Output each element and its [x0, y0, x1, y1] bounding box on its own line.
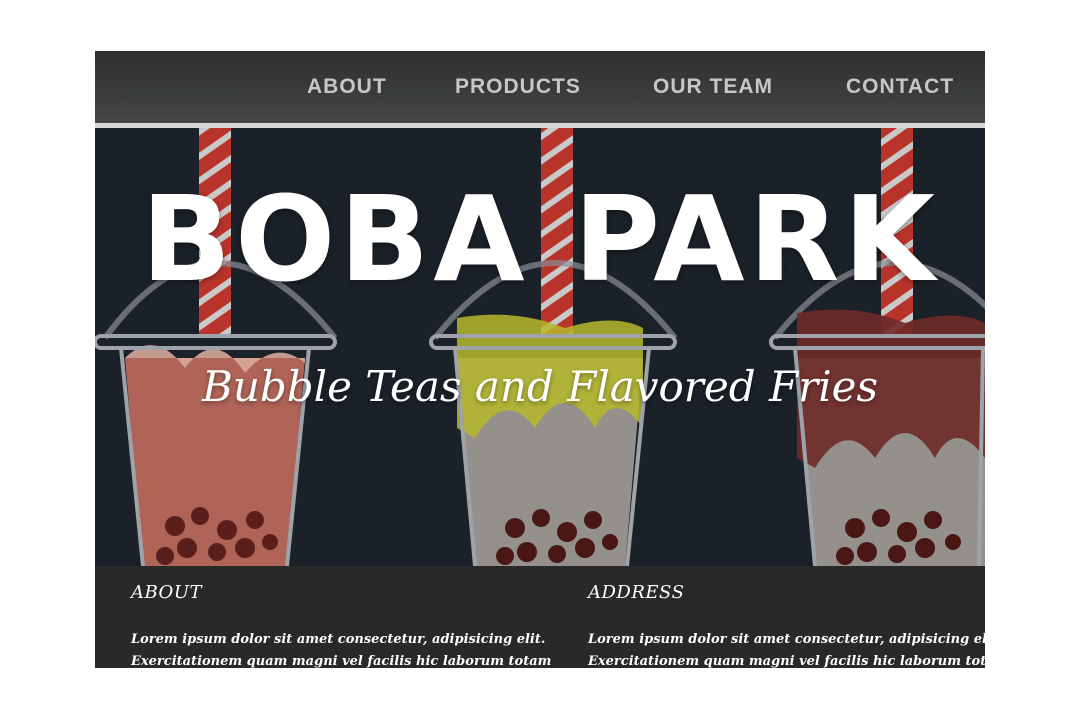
hero-tagline: Bubble Teas and Flavored Fries	[201, 362, 879, 411]
footer-address-heading: ADDRESS	[588, 582, 685, 603]
footer-address-line2: Exercitationem quam magni vel facilis hi…	[588, 654, 985, 668]
nav-about-link[interactable]: ABOUT	[307, 75, 387, 99]
footer: ABOUT Lorem ipsum dolor sit amet consect…	[95, 566, 985, 668]
footer-about-heading: ABOUT	[131, 582, 202, 603]
nav-links: ABOUT PRODUCTS OUR TEAM CONTACT	[95, 75, 985, 105]
footer-about-line1: Lorem ipsum dolor sit amet consectetur, …	[131, 632, 546, 647]
footer-address-text: Lorem ipsum dolor sit amet consectetur, …	[588, 629, 985, 668]
footer-address-line1: Lorem ipsum dolor sit amet consectetur, …	[588, 632, 985, 647]
nav-our-team-link[interactable]: OUR TEAM	[653, 75, 773, 99]
cup-rim-1	[95, 334, 337, 350]
page-frame: ABOUT PRODUCTS OUR TEAM CONTACT BOBA PAR…	[95, 51, 985, 668]
nav-products-link[interactable]: PRODUCTS	[455, 75, 581, 99]
navbar: ABOUT PRODUCTS OUR TEAM CONTACT	[95, 51, 985, 123]
footer-about-text: Lorem ipsum dolor sit amet consectetur, …	[131, 629, 551, 668]
hero-banner: BOBA PARK Bubble Teas and Flavored Fries	[95, 128, 985, 566]
footer-about-line2: Exercitationem quam magni vel facilis hi…	[131, 654, 552, 668]
brand-title: BOBA PARK	[141, 170, 939, 308]
nav-contact-link[interactable]: CONTACT	[846, 75, 954, 99]
footer-about-section: ABOUT Lorem ipsum dolor sit amet consect…	[131, 582, 551, 668]
footer-address-section: ADDRESS Lorem ipsum dolor sit amet conse…	[588, 582, 985, 668]
